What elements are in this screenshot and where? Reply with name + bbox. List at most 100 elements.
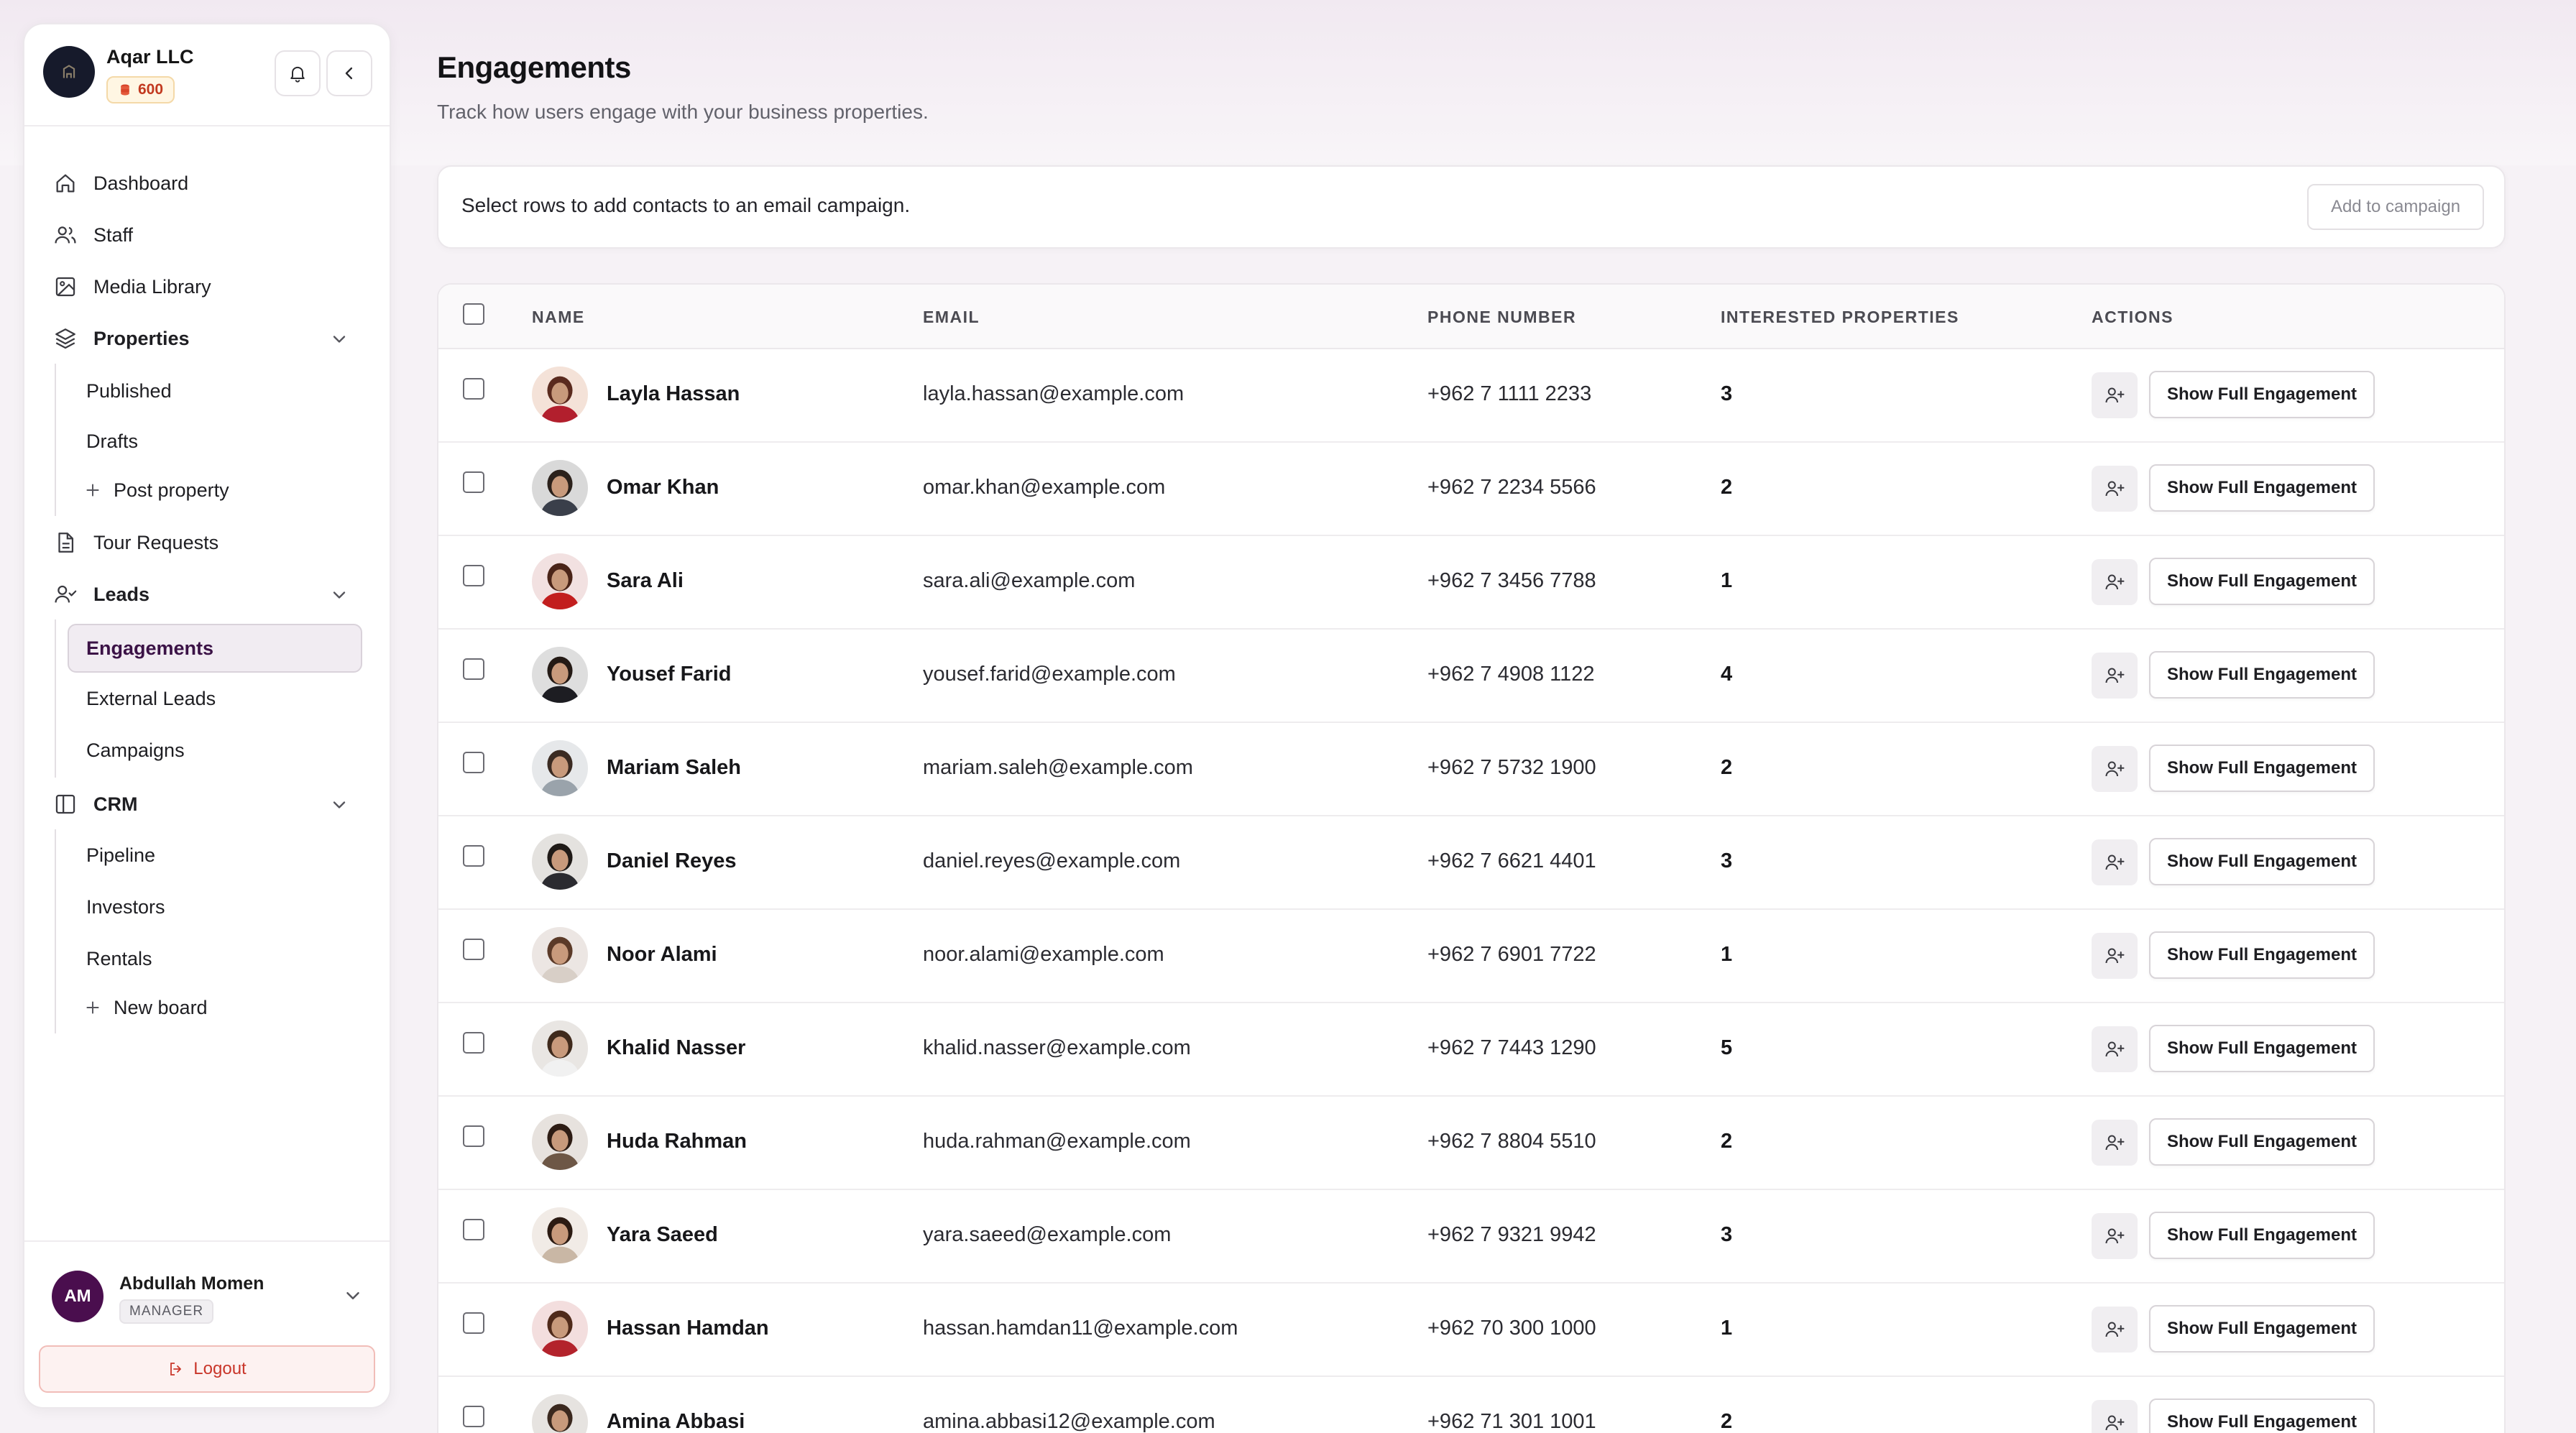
interested-properties-count: 2 <box>1721 476 1733 499</box>
chevron-down-icon[interactable] <box>329 585 349 605</box>
row-checkbox[interactable] <box>463 1406 484 1427</box>
interested-properties-count: 3 <box>1721 382 1733 405</box>
table-row[interactable]: Noor Alami noor.alami@example.com +962 7 6… <box>438 908 2504 1003</box>
nav-tour-requests-label: Tour Requests <box>93 531 219 553</box>
show-full-engagement-button[interactable]: Show Full Engagement <box>2149 464 2375 512</box>
nav-post-property[interactable]: Post property <box>83 470 229 510</box>
add-contact-button[interactable] <box>2092 1307 2138 1353</box>
contact-avatar <box>532 1114 588 1170</box>
show-full-engagement-button[interactable]: Show Full Engagement <box>2149 1399 2375 1433</box>
nav-drafts[interactable]: Drafts <box>86 421 138 461</box>
show-full-engagement-button[interactable]: Show Full Engagement <box>2149 745 2375 792</box>
nav-external-leads[interactable]: External Leads <box>86 678 216 719</box>
credits-badge[interactable]: 600 <box>106 76 175 103</box>
table-row[interactable]: Huda Rahman huda.rahman@example.com +962 7… <box>438 1095 2504 1190</box>
row-checkbox[interactable] <box>463 845 484 867</box>
nav-dashboard[interactable]: Dashboard <box>53 162 188 204</box>
avatar-photo <box>532 927 588 983</box>
user-plus-icon <box>2105 854 2125 870</box>
nav-pipeline[interactable]: Pipeline <box>86 835 155 875</box>
nav-staff[interactable]: Staff <box>53 214 133 256</box>
show-full-engagement-button[interactable]: Show Full Engagement <box>2149 1305 2375 1353</box>
collapse-sidebar-button[interactable] <box>326 50 372 96</box>
table-row[interactable]: Hassan Hamdan hassan.hamdan11@example.com… <box>438 1282 2504 1377</box>
column-header-phone[interactable]: PHONE NUMBER <box>1427 308 1576 327</box>
chevron-down-icon[interactable] <box>329 795 349 815</box>
nav-leads[interactable]: Leads <box>53 573 150 615</box>
plus-icon <box>86 1001 99 1014</box>
add-contact-button[interactable] <box>2092 559 2138 605</box>
nav-crm[interactable]: CRM <box>53 783 138 825</box>
show-full-engagement-button[interactable]: Show Full Engagement <box>2149 651 2375 699</box>
row-checkbox[interactable] <box>463 1032 484 1054</box>
show-full-engagement-button[interactable]: Show Full Engagement <box>2149 838 2375 885</box>
row-checkbox[interactable] <box>463 471 484 493</box>
add-contact-button[interactable] <box>2092 1120 2138 1166</box>
row-checkbox[interactable] <box>463 1219 484 1240</box>
nav-campaigns[interactable]: Campaigns <box>86 730 185 770</box>
contact-phone: +962 7 4908 1122 <box>1427 663 1595 686</box>
table-row[interactable]: Layla Hassan layla.hassan@example.com +962… <box>438 348 2504 443</box>
add-contact-button[interactable] <box>2092 746 2138 792</box>
show-full-engagement-button[interactable]: Show Full Engagement <box>2149 1212 2375 1259</box>
table-row[interactable]: Mariam Saleh mariam.saleh@example.com +962… <box>438 722 2504 816</box>
nav-engagements[interactable]: Engagements <box>86 628 213 668</box>
org-name: Aqar LLC <box>106 46 194 68</box>
row-checkbox[interactable] <box>463 1125 484 1147</box>
row-checkbox[interactable] <box>463 1312 484 1334</box>
nav-new-board[interactable]: New board <box>83 987 208 1028</box>
show-full-engagement-button[interactable]: Show Full Engagement <box>2149 371 2375 418</box>
chevron-down-icon[interactable] <box>342 1285 364 1307</box>
avatar-photo <box>532 1020 588 1077</box>
column-header-name[interactable]: NAME <box>532 308 585 327</box>
column-header-interested[interactable]: INTERESTED PROPERTIES <box>1721 308 1959 327</box>
contact-phone: +962 7 1111 2233 <box>1427 382 1592 405</box>
home-icon <box>56 174 75 193</box>
notifications-button[interactable] <box>275 50 321 96</box>
layers-icon <box>55 328 75 349</box>
logout-button[interactable]: Logout <box>39 1345 375 1393</box>
table-row[interactable]: Omar Khan omar.khan@example.com +962 7 223… <box>438 441 2504 536</box>
row-checkbox[interactable] <box>463 565 484 586</box>
column-header-email[interactable]: EMAIL <box>923 308 980 327</box>
image-icon <box>55 277 75 297</box>
interested-properties-count: 1 <box>1721 943 1733 966</box>
nav-media-library[interactable]: Media Library <box>53 266 211 308</box>
nav-tour-requests[interactable]: Tour Requests <box>53 522 218 563</box>
nav-rentals[interactable]: Rentals <box>86 939 152 979</box>
chevron-down-icon[interactable] <box>329 329 349 349</box>
org-logo[interactable] <box>43 46 95 98</box>
table-row[interactable]: Sara Ali sara.ali@example.com +962 7 3456 … <box>438 535 2504 630</box>
add-contact-button[interactable] <box>2092 933 2138 979</box>
nav-published[interactable]: Published <box>86 371 172 411</box>
table-row[interactable]: Amina Abbasi amina.abbasi12@example.com +9… <box>438 1376 2504 1433</box>
add-contact-button[interactable] <box>2092 1213 2138 1259</box>
table-row[interactable]: Daniel Reyes daniel.reyes@example.com +962… <box>438 815 2504 910</box>
add-contact-button[interactable] <box>2092 372 2138 418</box>
add-contact-button[interactable] <box>2092 1400 2138 1433</box>
nav-investors[interactable]: Investors <box>86 887 165 927</box>
show-full-engagement-button[interactable]: Show Full Engagement <box>2149 1118 2375 1166</box>
add-contact-button[interactable] <box>2092 839 2138 885</box>
add-contact-button[interactable] <box>2092 653 2138 699</box>
row-checkbox[interactable] <box>463 658 484 680</box>
nav-properties[interactable]: Properties <box>53 318 190 359</box>
contact-avatar <box>532 1301 588 1357</box>
show-full-engagement-button[interactable]: Show Full Engagement <box>2149 931 2375 979</box>
row-checkbox[interactable] <box>463 752 484 773</box>
add-contact-button[interactable] <box>2092 1026 2138 1072</box>
show-full-engagement-button[interactable]: Show Full Engagement <box>2149 558 2375 605</box>
show-full-engagement-button[interactable]: Show Full Engagement <box>2149 1025 2375 1072</box>
user-avatar[interactable]: AM <box>52 1271 104 1322</box>
users-icon <box>55 226 76 244</box>
table-row[interactable]: Yara Saeed yara.saeed@example.com +962 7 9… <box>438 1189 2504 1284</box>
select-all-checkbox[interactable] <box>463 303 484 325</box>
table-row[interactable]: Yousef Farid yousef.farid@example.com +962… <box>438 628 2504 723</box>
row-checkbox[interactable] <box>463 939 484 960</box>
table-row[interactable]: Khalid Nasser khalid.nasser@example.com +9… <box>438 1002 2504 1097</box>
columns-icon <box>55 794 75 814</box>
add-contact-button[interactable] <box>2092 466 2138 512</box>
contact-name: Yara Saeed <box>607 1223 718 1246</box>
add-to-campaign-button[interactable]: Add to campaign <box>2307 184 2484 230</box>
row-checkbox[interactable] <box>463 378 484 400</box>
